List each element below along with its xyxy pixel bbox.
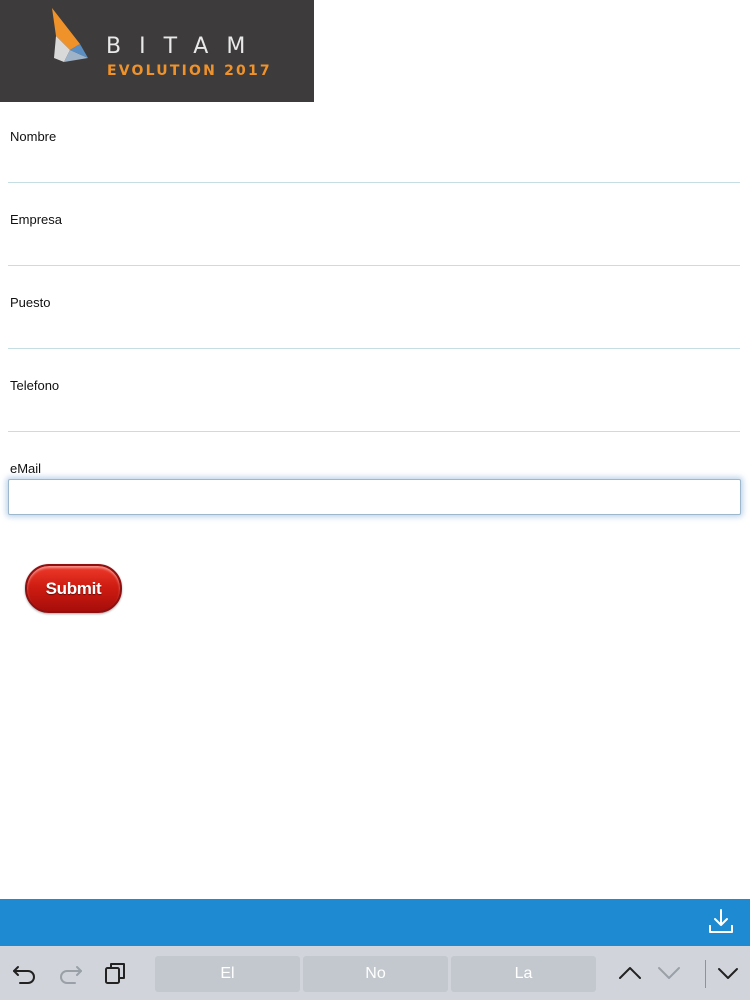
submit-button[interactable]: Submit (25, 564, 122, 613)
telefono-label: Telefono (10, 378, 60, 393)
suggestion-1[interactable]: El (155, 956, 300, 992)
email-label: eMail (10, 461, 42, 476)
bottom-toolbar (0, 899, 750, 946)
hide-keyboard-icon[interactable] (715, 961, 741, 985)
logo-wordmark: BITAM (106, 34, 264, 59)
puesto-field[interactable] (8, 348, 740, 349)
empresa-label: Empresa (10, 212, 63, 227)
download-icon[interactable] (706, 907, 736, 937)
puesto-label: Puesto (10, 295, 51, 310)
toolbar-divider (705, 960, 706, 988)
undo-icon[interactable] (12, 961, 38, 985)
logo-banner: BITAM EVOLUTION 2017 (0, 0, 314, 102)
logo-subtitle: EVOLUTION 2017 (107, 63, 272, 79)
chevron-up-icon[interactable] (617, 961, 643, 985)
nombre-label: Nombre (10, 129, 57, 144)
keyboard-shortcut-bar: El No La (0, 946, 750, 1000)
suggestion-3[interactable]: La (451, 956, 596, 992)
empresa-field[interactable] (8, 265, 740, 266)
nombre-field[interactable] (8, 182, 740, 183)
clipboard-icon[interactable] (103, 961, 129, 985)
logo-mark-icon (52, 8, 88, 62)
telefono-field[interactable] (8, 431, 740, 432)
email-field[interactable] (8, 479, 741, 515)
suggestion-2[interactable]: No (303, 956, 448, 992)
redo-icon[interactable] (57, 961, 83, 985)
chevron-down-icon[interactable] (656, 961, 682, 985)
